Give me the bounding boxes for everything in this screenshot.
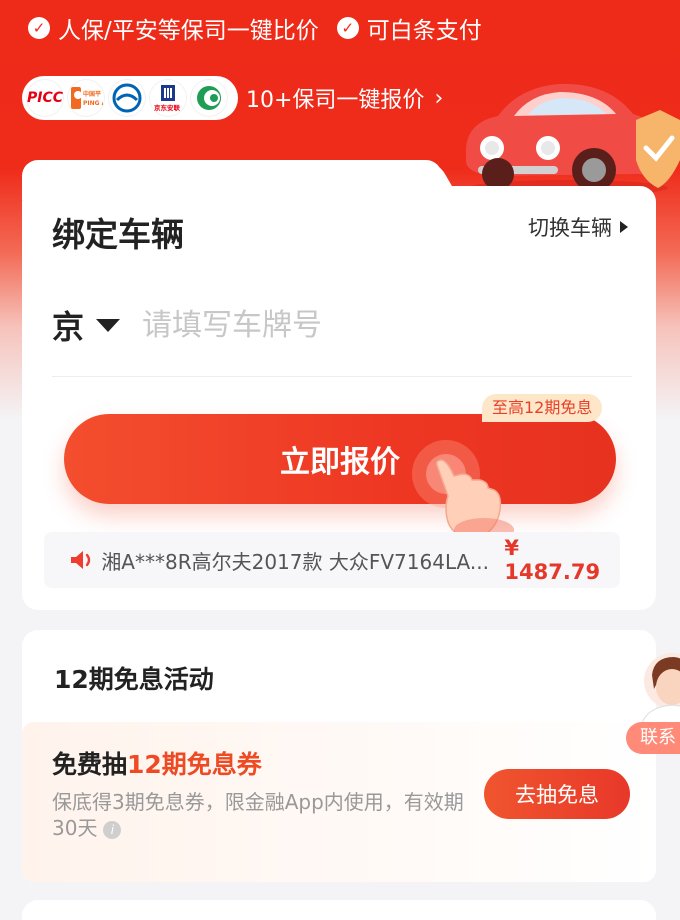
province-select[interactable]: 京 <box>52 302 121 348</box>
check-circle-icon: ✓ <box>28 17 50 39</box>
ticker-text: 湘A***8R高尔夫2017款 大众FV7164LA... <box>101 549 489 574</box>
caret-down-icon <box>96 318 121 332</box>
quote-now-button[interactable]: 立即报价 <box>64 414 616 504</box>
switch-vehicle-label: 切换车辆 <box>528 216 612 240</box>
benefit-label: 人保/平安等保司一键比价 <box>58 18 319 44</box>
offer-title-prefix: 免费抽 <box>52 750 128 779</box>
insurer-logos[interactable]: PICC 中国平 PING A 京东安联 <box>22 76 238 120</box>
svg-text:京东安联: 京东安联 <box>154 103 181 112</box>
picc-logo-icon: PICC <box>26 79 64 117</box>
interest-free-badge: 至高12期免息 <box>482 394 603 422</box>
benefit-compare: ✓ 人保/平安等保司一键比价 <box>28 11 319 45</box>
next-card-peek <box>22 900 656 920</box>
check-circle-icon: ✓ <box>336 17 359 39</box>
compare-link-label: 10+保司一键报价 <box>246 88 425 113</box>
plate-number-input[interactable] <box>140 298 624 352</box>
compare-link[interactable]: 10+保司一键报价 › <box>246 82 443 114</box>
draw-button-label: 去抽免息 <box>515 783 599 807</box>
offer-title-highlight: 12期免息券 <box>127 750 262 779</box>
car-shield-illustration-icon <box>466 83 680 196</box>
speaker-icon <box>62 549 101 571</box>
contact-agent-label[interactable]: 联系 <box>626 722 680 754</box>
chevron-right-icon: › <box>434 85 444 111</box>
quote-button-label: 立即报价 <box>280 445 400 480</box>
chinalife-logo-icon <box>190 79 228 117</box>
ticker-price: ¥ 1487.79 <box>504 536 601 584</box>
svg-text:PING A: PING A <box>83 100 103 107</box>
recent-quote-ticker: 湘A***8R高尔夫2017款 大众FV7164LA... ¥ 1487.79 <box>44 532 620 588</box>
promo-section-title: 12期免息活动 <box>54 665 214 694</box>
offer-title: 免费抽12期免息券 <box>52 745 262 781</box>
caret-right-icon <box>620 221 628 233</box>
jd-allianz-logo-icon: 京东安联 <box>149 79 187 117</box>
province-value: 京 <box>52 308 85 346</box>
pingan-logo-icon: 中国平 PING A <box>67 79 105 117</box>
benefit-label: 可白条支付 <box>366 18 482 44</box>
svg-text:中国平: 中国平 <box>83 90 101 98</box>
card-title: 绑定车辆 <box>52 215 184 254</box>
benefits-bar: ✓ 人保/平安等保司一键比价 ✓ 可白条支付 <box>28 8 482 48</box>
info-icon[interactable]: i <box>103 820 122 839</box>
cpic-logo-icon <box>108 79 146 117</box>
divider <box>52 376 632 377</box>
switch-vehicle-button[interactable]: 切换车辆 <box>528 212 628 242</box>
draw-coupon-button[interactable]: 去抽免息 <box>484 769 630 819</box>
offer-description: 保底得3期免息券，限金融App内使用，有效期30天 i <box>52 789 472 841</box>
benefit-baitiao: ✓ 可白条支付 <box>336 11 482 45</box>
